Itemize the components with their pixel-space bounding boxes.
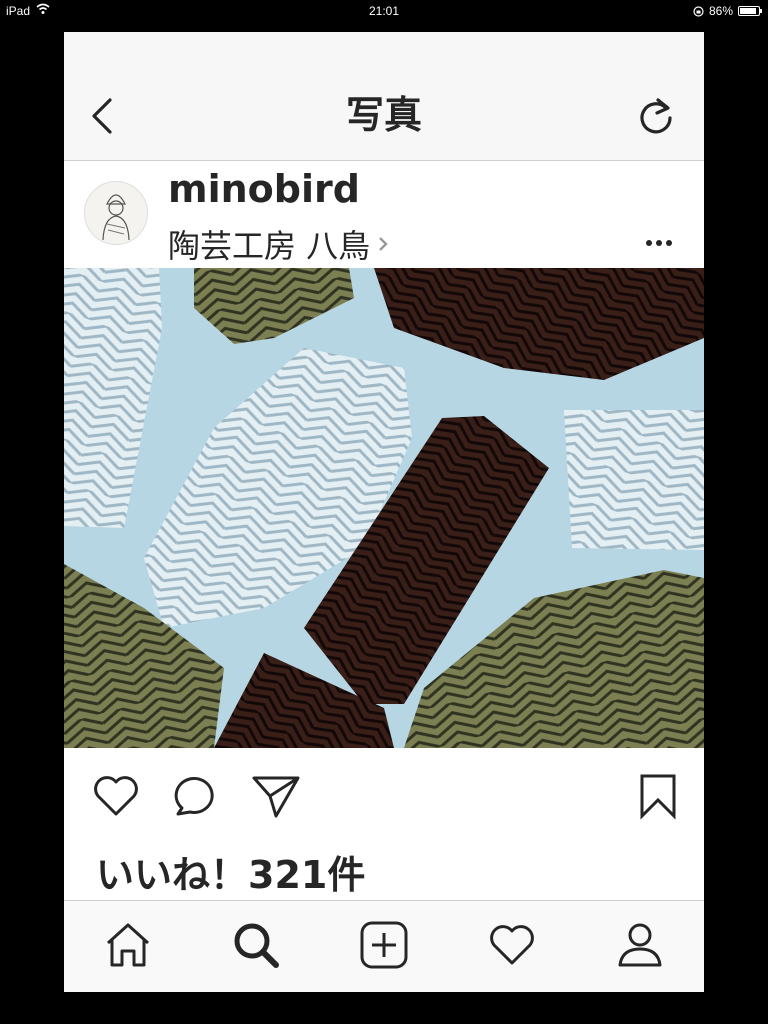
avatar[interactable] — [84, 181, 148, 245]
post-location[interactable]: 陶芸工房 八鳥 — [168, 221, 390, 267]
like-count[interactable]: いいね！321件 — [96, 844, 365, 899]
ceramic-dishes-image — [64, 268, 704, 748]
status-bar: iPad 21:01 86% — [0, 0, 768, 22]
rotation-lock-icon — [693, 5, 704, 17]
post-photo[interactable] — [64, 268, 704, 748]
bookmark-icon[interactable] — [632, 770, 684, 820]
refresh-icon[interactable] — [636, 94, 676, 138]
chevron-right-icon — [379, 237, 388, 251]
more-options-icon[interactable] — [644, 223, 674, 263]
post-username[interactable]: minobird — [168, 167, 360, 211]
post-header: minobird 陶芸工房 八鳥 — [64, 161, 704, 268]
battery-icon — [738, 6, 762, 16]
profile-icon[interactable] — [614, 919, 666, 971]
tab-bar — [64, 900, 704, 992]
avatar-drawing — [85, 182, 147, 244]
activity-icon[interactable] — [486, 919, 538, 971]
search-icon[interactable] — [230, 919, 282, 971]
add-icon[interactable] — [358, 919, 410, 971]
home-icon[interactable] — [102, 919, 154, 971]
heart-icon[interactable] — [90, 770, 142, 820]
comment-icon[interactable] — [170, 770, 222, 820]
status-time: 21:01 — [368, 4, 400, 18]
post-actions — [64, 748, 704, 838]
battery-percent: 86% — [708, 4, 733, 18]
share-icon[interactable] — [250, 770, 302, 820]
page-title: 写真 — [345, 93, 422, 137]
instagram-app: 写真 minobird 陶芸工房 八鳥 いいね！321件 — [64, 32, 704, 992]
location-label: 陶芸工房 八鳥 — [168, 227, 371, 265]
navigation-bar: 写真 — [64, 32, 704, 161]
